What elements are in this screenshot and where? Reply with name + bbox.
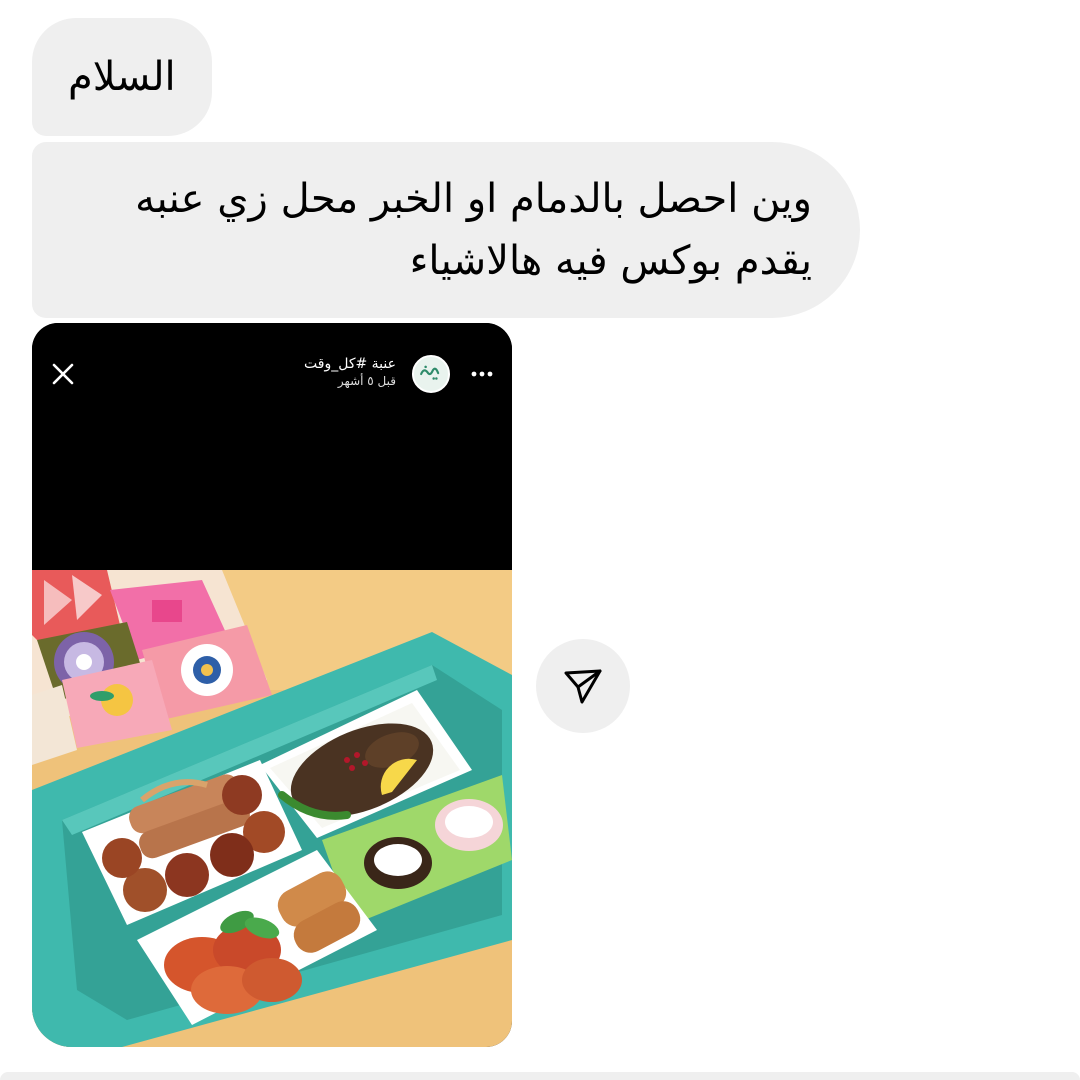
message-text: السلام — [68, 54, 176, 100]
composer-edge — [0, 1072, 1080, 1080]
shared-story-card[interactable]: عنبة #كل_وقت قبل ٥ أشهر — [32, 323, 512, 1047]
food-box-photo — [32, 570, 512, 1047]
message-bubble-greeting[interactable]: السلام — [32, 18, 212, 136]
message-text-line-2: يقدم بوكس فيه هالاشياء — [409, 238, 812, 284]
story-meta: عنبة #كل_وقت قبل ٥ أشهر — [304, 355, 396, 389]
brand-logo-icon — [414, 357, 445, 388]
story-header-area: عنبة #كل_وقت قبل ٥ أشهر — [32, 323, 512, 570]
message-text-line-1: وين احصل بالدمام او الخبر محل زي عنبه — [135, 176, 812, 222]
send-paper-plane-icon — [564, 669, 602, 704]
avatar[interactable] — [412, 355, 450, 393]
more-horizontal-icon[interactable] — [470, 363, 494, 385]
message-bubble-question[interactable]: وين احصل بالدمام او الخبر محل زي عنبه يق… — [32, 142, 860, 318]
story-account-name[interactable]: عنبة #كل_وقت — [304, 355, 396, 373]
share-button[interactable] — [536, 639, 630, 733]
chat-screen: السلام وين احصل بالدمام او الخبر محل زي … — [0, 0, 1080, 1080]
close-icon[interactable] — [50, 361, 76, 387]
story-timestamp: قبل ٥ أشهر — [337, 374, 396, 388]
